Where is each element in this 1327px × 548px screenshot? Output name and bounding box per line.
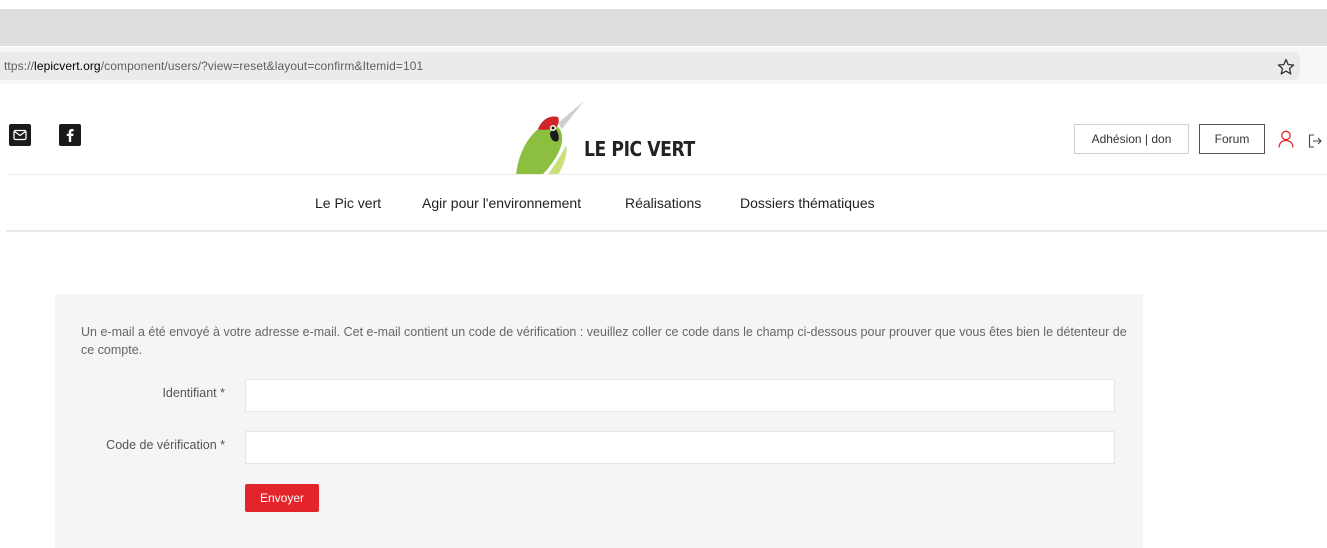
username-label: Identifiant * <box>162 386 225 400</box>
username-input[interactable] <box>245 379 1115 412</box>
mail-link[interactable] <box>9 124 31 146</box>
url-field[interactable]: ttps://lepicvert.org/component/users/?vi… <box>0 52 1300 80</box>
user-icon[interactable] <box>1278 130 1294 148</box>
submit-button[interactable]: Envoyer <box>245 484 319 512</box>
forum-button[interactable]: Forum <box>1199 124 1265 154</box>
browser-address-bar: ttps://lepicvert.org/component/users/?vi… <box>0 47 1327 84</box>
instruction-message: Un e-mail a été envoyé à votre adresse e… <box>81 325 1127 357</box>
reset-confirm-form: Un e-mail a été envoyé à votre adresse e… <box>55 294 1143 548</box>
facebook-icon <box>66 129 74 142</box>
logo-bird-icon[interactable] <box>508 101 584 175</box>
facebook-link[interactable] <box>59 124 81 146</box>
star-icon[interactable] <box>1277 58 1295 76</box>
adhesion-button[interactable]: Adhésion | don <box>1074 124 1189 154</box>
logout-icon[interactable] <box>1308 134 1322 148</box>
url-text: ttps://lepicvert.org/component/users/?vi… <box>4 59 424 73</box>
nav-item-realisations[interactable]: Réalisations <box>625 195 701 211</box>
main-nav: Le Pic vert Agir pour l'environnement Ré… <box>0 175 1327 230</box>
nav-item-agir[interactable]: Agir pour l'environnement <box>422 195 581 211</box>
browser-tab-bar <box>0 9 1327 46</box>
mail-icon <box>13 129 27 141</box>
verification-code-label: Code de vérification * <box>106 438 225 452</box>
nav-divider-bottom <box>6 230 1327 232</box>
verification-code-input[interactable] <box>245 431 1115 464</box>
nav-item-dossiers[interactable]: Dossiers thématiques <box>740 195 875 211</box>
site-name[interactable]: LE PIC VERT <box>584 137 695 161</box>
nav-item-le-pic-vert[interactable]: Le Pic vert <box>315 195 381 211</box>
